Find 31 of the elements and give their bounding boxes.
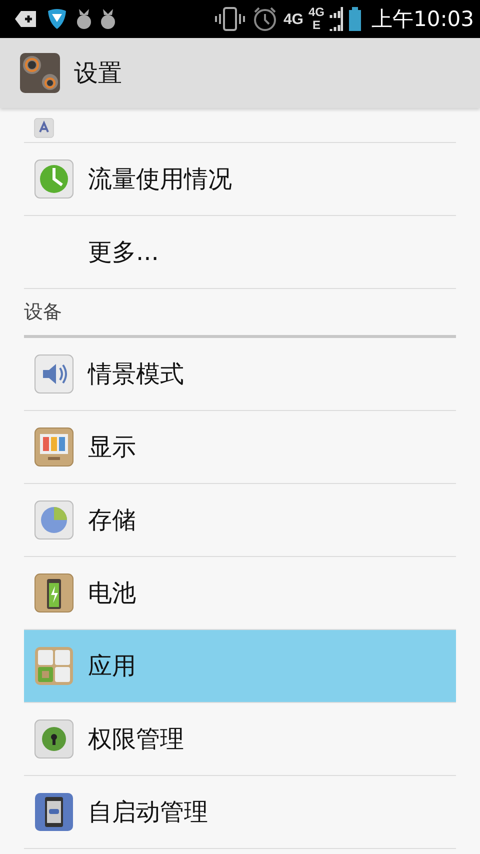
settings-item[interactable]: 权限管理	[24, 703, 456, 776]
settings-item[interactable]: 自启动管理	[24, 776, 456, 849]
network-label: 4G	[308, 6, 324, 19]
signal-icon	[329, 5, 344, 33]
clock-icon	[34, 159, 74, 199]
network-label: 4G	[283, 10, 304, 28]
bomb-icon	[100, 7, 116, 31]
vibrate-icon	[213, 6, 248, 32]
pie-chart-icon	[34, 500, 74, 540]
section-header: 设备	[24, 300, 62, 325]
settings-item[interactable]: 流量使用情况	[24, 143, 456, 216]
settings-item[interactable]: 存储	[24, 484, 456, 557]
gears-icon	[20, 53, 60, 93]
network-label: E	[312, 19, 320, 32]
shield-icon	[46, 7, 68, 31]
battery-icon	[34, 573, 74, 613]
clock-time: 上午10:03	[371, 6, 474, 33]
phone-icon	[34, 792, 74, 832]
keyhole-icon	[34, 719, 74, 759]
settings-item[interactable]: 应用	[24, 630, 456, 703]
alarm-icon	[252, 6, 278, 32]
settings-item[interactable]: 情景模式	[24, 338, 456, 411]
speaker-icon	[34, 354, 74, 394]
plus-icon	[14, 9, 38, 29]
battery-icon	[348, 6, 362, 32]
grid-icon	[34, 646, 74, 686]
settings-item[interactable]: 显示	[24, 411, 456, 484]
monitor-icon	[34, 427, 74, 467]
bomb-icon	[76, 7, 92, 31]
screen-title: 设置	[74, 58, 122, 89]
settings-item[interactable]: 更多...	[24, 216, 456, 289]
